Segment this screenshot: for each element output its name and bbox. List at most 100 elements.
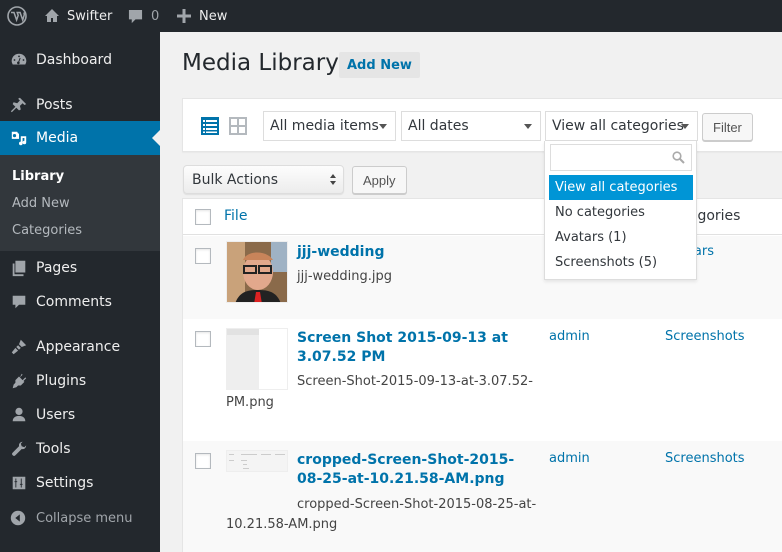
- media-thumbnail[interactable]: [226, 450, 288, 472]
- apply-button[interactable]: Apply: [352, 166, 407, 194]
- category-option[interactable]: View all categories: [549, 175, 693, 200]
- bulk-actions-value: Bulk Actions: [192, 171, 279, 188]
- sidebar-item-settings[interactable]: Settings: [0, 466, 160, 500]
- sidebar-label: Pages: [36, 260, 78, 276]
- sidebar-label: Plugins: [36, 373, 87, 389]
- media-filename-continued: 10.21.58-AM.png: [226, 517, 338, 532]
- comments-count: 0: [151, 8, 160, 24]
- list-view-icon: [201, 117, 219, 135]
- grid-view-button[interactable]: [229, 117, 247, 139]
- home-icon: [45, 9, 59, 22]
- sidebar-item-tools[interactable]: Tools: [0, 432, 160, 466]
- wordpress-logo-icon: [7, 6, 27, 26]
- row-checkbox[interactable]: [195, 248, 211, 264]
- media-category-link[interactable]: Screenshots: [665, 329, 745, 344]
- media-title-link[interactable]: cropped-Screen-Shot-2015-08-25-at-10.21.…: [297, 451, 537, 489]
- select-all-checkbox[interactable]: [195, 209, 211, 225]
- table-row: cropped-Screen-Shot-2015-08-25-at- 10.21.…: [183, 441, 782, 552]
- row-checkbox[interactable]: [195, 331, 211, 347]
- submenu-item-add-new[interactable]: Add New: [12, 196, 70, 211]
- collapse-menu-button[interactable]: Collapse menu: [0, 506, 133, 530]
- bulk-actions-select[interactable]: Bulk Actions: [183, 165, 344, 194]
- column-header-file[interactable]: File: [224, 208, 247, 224]
- sidebar-item-users[interactable]: Users: [0, 398, 160, 432]
- media-author-link[interactable]: admin: [549, 451, 590, 466]
- user-icon: [12, 407, 26, 422]
- submenu-item-categories[interactable]: Categories: [12, 223, 82, 238]
- table-row: Screen Shot 2015-09-13 at 3.07.52 PM Scr…: [183, 319, 782, 441]
- media-title-link[interactable]: Screen Shot 2015-09-13 at 3.07.52 PM: [297, 329, 537, 367]
- comments-link[interactable]: 0: [128, 0, 159, 32]
- category-dropdown: View all categories No categories Avatar…: [544, 141, 697, 280]
- plug-icon: [12, 373, 27, 389]
- sidebar-item-plugins[interactable]: Plugins: [0, 364, 160, 398]
- sidebar-label: Comments: [36, 294, 112, 310]
- wordpress-logo-button[interactable]: [7, 0, 27, 32]
- photo-thumbnail-image: [227, 242, 287, 302]
- media-author-link[interactable]: admin: [549, 329, 590, 344]
- sidebar-label: Media: [36, 130, 79, 146]
- chevron-down-icon: [681, 124, 689, 129]
- category-select[interactable]: View all categories: [545, 111, 698, 141]
- filter-button[interactable]: Filter: [702, 113, 753, 141]
- site-name-link[interactable]: Swifter: [44, 0, 112, 32]
- chevron-down-icon: [379, 124, 387, 129]
- sidebar-item-appearance[interactable]: Appearance: [0, 330, 160, 364]
- pin-icon: [10, 97, 27, 113]
- comment-bubble-icon: [128, 9, 143, 23]
- sidebar-label: Appearance: [36, 339, 121, 355]
- media-submenu: Library Add New Categories: [0, 155, 160, 251]
- category-search-input[interactable]: [550, 144, 692, 171]
- wrench-icon: [12, 441, 27, 456]
- row-checkbox[interactable]: [195, 453, 211, 469]
- pages-icon: [12, 260, 26, 277]
- sidebar-item-comments[interactable]: Comments: [0, 285, 160, 319]
- media-type-value: All media items: [270, 118, 379, 134]
- submenu-item-library[interactable]: Library: [12, 169, 64, 184]
- sidebar-label: Users: [36, 407, 76, 423]
- sidebar-label: Posts: [36, 97, 73, 113]
- screenshot-thumbnail-image: [227, 451, 287, 471]
- media-filename: Screen-Shot-2015-09-13-at-3.07.52-: [297, 374, 533, 389]
- select-arrows-icon: [330, 174, 336, 185]
- page-title: Media Library: [182, 50, 339, 76]
- main-content: Media Library Add New All media items Al…: [160, 32, 782, 552]
- paintbrush-icon: [11, 339, 27, 355]
- category-option[interactable]: No categories: [549, 200, 693, 225]
- date-value: All dates: [408, 118, 469, 134]
- site-name: Swifter: [67, 8, 113, 24]
- category-option[interactable]: Screenshots (5): [549, 250, 693, 275]
- media-icon: [11, 131, 27, 146]
- sidebar-item-media[interactable]: Media: [0, 121, 160, 155]
- search-icon: [672, 151, 685, 164]
- list-view-button[interactable]: [201, 117, 219, 139]
- new-content-link[interactable]: New: [177, 0, 227, 32]
- media-filename: cropped-Screen-Shot-2015-08-25-at-: [297, 497, 537, 512]
- media-title-link[interactable]: jjj-wedding: [297, 243, 537, 262]
- sidebar-item-pages[interactable]: Pages: [0, 251, 160, 285]
- collapse-menu-label: Collapse menu: [36, 510, 133, 526]
- date-select[interactable]: All dates: [401, 111, 541, 141]
- collapse-arrow-icon: [10, 510, 26, 526]
- category-value: View all categories: [552, 118, 684, 134]
- media-category-link[interactable]: Screenshots: [665, 451, 745, 466]
- media-filename: jjj-wedding.jpg: [297, 269, 393, 284]
- admin-sidebar: Dashboard Posts Media Library Add New Ca…: [0, 32, 160, 552]
- sliders-icon: [12, 476, 26, 490]
- sidebar-label: Settings: [36, 475, 94, 491]
- sidebar-label: Dashboard: [36, 52, 112, 68]
- add-new-button[interactable]: Add New: [339, 52, 420, 78]
- media-filename-continued: PM.png: [226, 395, 274, 410]
- comment-icon: [12, 295, 26, 309]
- sidebar-label: Tools: [36, 441, 71, 457]
- dashboard-icon: [11, 53, 27, 65]
- media-thumbnail[interactable]: [226, 241, 288, 303]
- screenshot-thumbnail-image: [227, 329, 287, 389]
- sidebar-item-dashboard[interactable]: Dashboard: [0, 43, 160, 77]
- media-thumbnail[interactable]: [226, 328, 288, 390]
- sidebar-item-posts[interactable]: Posts: [0, 88, 160, 122]
- media-type-select[interactable]: All media items: [263, 111, 396, 141]
- grid-view-icon: [229, 117, 247, 135]
- chevron-down-icon: [524, 124, 532, 129]
- category-option[interactable]: Avatars (1): [549, 225, 693, 250]
